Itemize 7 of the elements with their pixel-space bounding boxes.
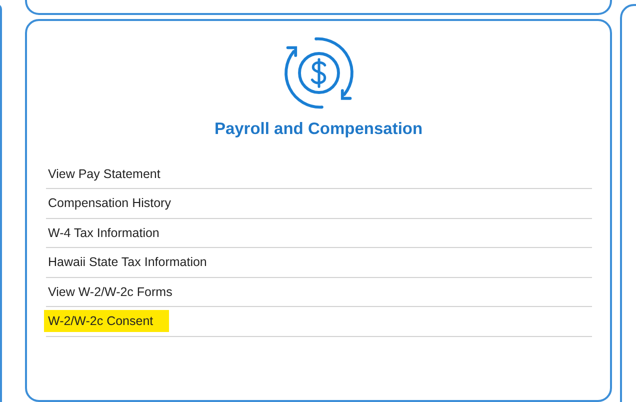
menu-link[interactable]: W-2/W-2c Consent [44,310,170,332]
menu-link[interactable]: Compensation History [44,192,187,214]
card-title: Payroll and Compensation [214,120,423,139]
menu-link[interactable]: View W-2/W-2c Forms [44,280,188,303]
menu-link[interactable]: Hawaii State Tax Information [44,251,223,274]
menu-link[interactable]: W-4 Tax Information [44,222,176,244]
menu-link[interactable]: View Pay Statement [44,162,176,185]
